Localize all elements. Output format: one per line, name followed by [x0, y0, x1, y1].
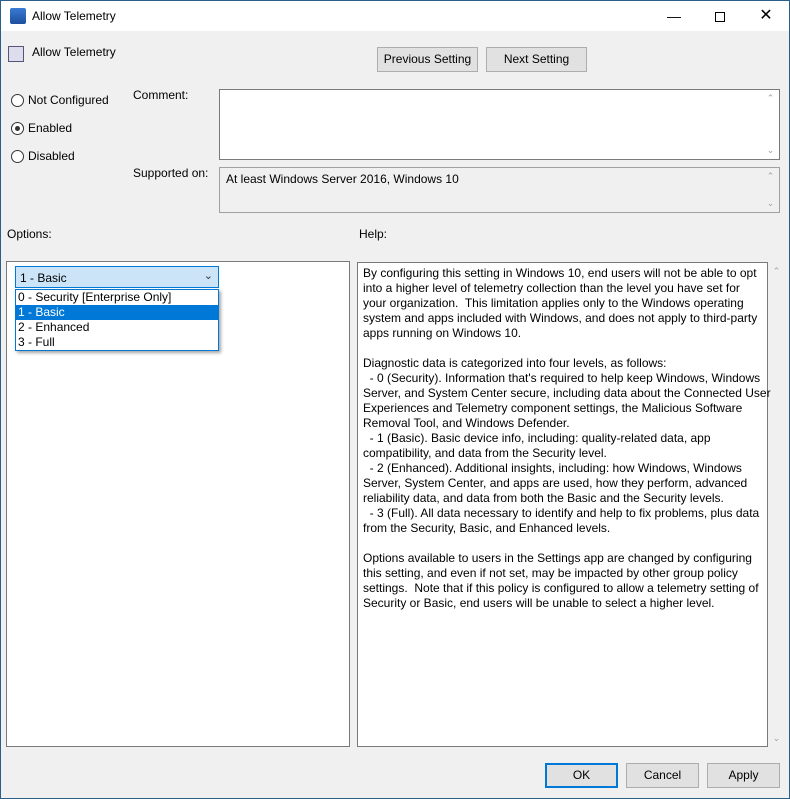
help-panel: By configuring this setting in Windows 1… — [357, 262, 771, 747]
policy-setting-icon — [8, 46, 24, 62]
dropdown-option[interactable]: 0 - Security [Enterprise Only] — [16, 290, 218, 305]
help-line: - 0 (Security). Information that's requi… — [363, 371, 761, 385]
help-line: Server, and System Center secure, includ… — [363, 386, 771, 400]
maximize-icon — [715, 11, 725, 22]
apply-button[interactable]: Apply — [707, 763, 780, 788]
previous-setting-button[interactable]: Previous Setting — [377, 47, 478, 72]
dropdown-option[interactable]: 2 - Enhanced — [16, 320, 218, 335]
help-line: settings. Note that if this policy is co… — [363, 581, 759, 595]
help-line: system and apps included with Windows, a… — [363, 311, 758, 325]
help-label: Help: — [359, 227, 388, 241]
help-line: Experiences and Telemetry component sett… — [363, 401, 743, 415]
help-line: Server, System Center, and apps are used… — [363, 476, 748, 490]
help-text: By configuring this setting in Windows 1… — [363, 266, 771, 611]
help-line: - 2 (Enhanced). Additional insights, inc… — [363, 461, 742, 475]
next-setting-button[interactable]: Next Setting — [486, 47, 587, 72]
cancel-button[interactable]: Cancel — [626, 763, 699, 788]
supported-on-value: At least Windows Server 2016, Windows 10 — [226, 172, 459, 186]
radio-circle — [11, 93, 24, 107]
radio-label: Disabled — [28, 149, 75, 163]
comment-textarea[interactable]: ⌃ ⌄ — [219, 89, 780, 160]
help-line: into a higher level of telemetry collect… — [363, 281, 740, 295]
chevron-down-icon: ⌄ — [203, 270, 213, 282]
minimize-button[interactable]: — — [651, 1, 697, 31]
help-scrollbar[interactable]: ⌃ ⌄ — [768, 262, 785, 747]
help-line: compatibility, and data from the Securit… — [363, 446, 607, 460]
dropdown-list: 0 - Security [Enterprise Only] 1 - Basic… — [15, 289, 219, 351]
radio-not-configured[interactable]: Not Configured — [11, 93, 109, 107]
close-button[interactable]: ✕ — [743, 1, 789, 31]
help-line: By configuring this setting in Windows 1… — [363, 266, 757, 280]
supported-scrollbar[interactable]: ⌃ ⌄ — [762, 168, 779, 212]
options-label: Options: — [7, 227, 52, 241]
window-title: Allow Telemetry — [32, 9, 116, 23]
radio-label: Enabled — [28, 121, 73, 135]
help-line — [363, 536, 771, 551]
help-line: Security or Basic, end users will be una… — [363, 596, 715, 610]
radio-disabled[interactable]: Disabled — [11, 149, 75, 163]
policy-app-icon — [10, 8, 26, 24]
radio-label: Not Configured — [28, 93, 109, 107]
dropdown-option-selected[interactable]: 1 - Basic — [16, 305, 218, 320]
help-line: Options available to users in the Settin… — [363, 551, 752, 565]
help-line: - 3 (Full). All data necessary to identi… — [363, 506, 760, 520]
help-line: Diagnostic data is categorized into four… — [363, 356, 667, 370]
comment-label: Comment: — [133, 88, 189, 102]
dropdown-value: 1 - Basic — [20, 271, 67, 285]
radio-circle — [11, 149, 24, 163]
policy-name: Allow Telemetry — [32, 45, 116, 59]
radio-circle — [11, 121, 24, 135]
ok-button[interactable]: OK — [545, 763, 618, 788]
help-line: reliability data, and data from both the… — [363, 491, 724, 505]
help-line: Removal Tool, and Windows Defender. — [363, 416, 570, 430]
help-line: apps running on Windows 10. — [363, 326, 522, 340]
help-line: from the Security, Basic, and Enhanced l… — [363, 521, 611, 535]
supported-on-field: At least Windows Server 2016, Windows 10… — [219, 167, 780, 213]
dropdown-option[interactable]: 3 - Full — [16, 335, 218, 350]
title-bar: Allow Telemetry — ✕ — [1, 1, 789, 31]
help-line: your organization. This limitation appli… — [363, 296, 744, 310]
telemetry-level-dropdown[interactable]: 1 - Basic ⌄ — [15, 266, 219, 288]
supported-on-label: Supported on: — [133, 166, 209, 180]
comment-scrollbar[interactable]: ⌃ ⌄ — [762, 90, 779, 159]
dialog-window: Allow Telemetry — ✕ Allow Telemetry Prev… — [0, 0, 790, 799]
maximize-button[interactable] — [697, 1, 743, 31]
help-line: - 1 (Basic). Basic device info, includin… — [363, 431, 711, 445]
help-line — [363, 341, 771, 356]
radio-enabled[interactable]: Enabled — [11, 121, 72, 135]
help-line: this setting, and even if not set, may b… — [363, 566, 738, 580]
